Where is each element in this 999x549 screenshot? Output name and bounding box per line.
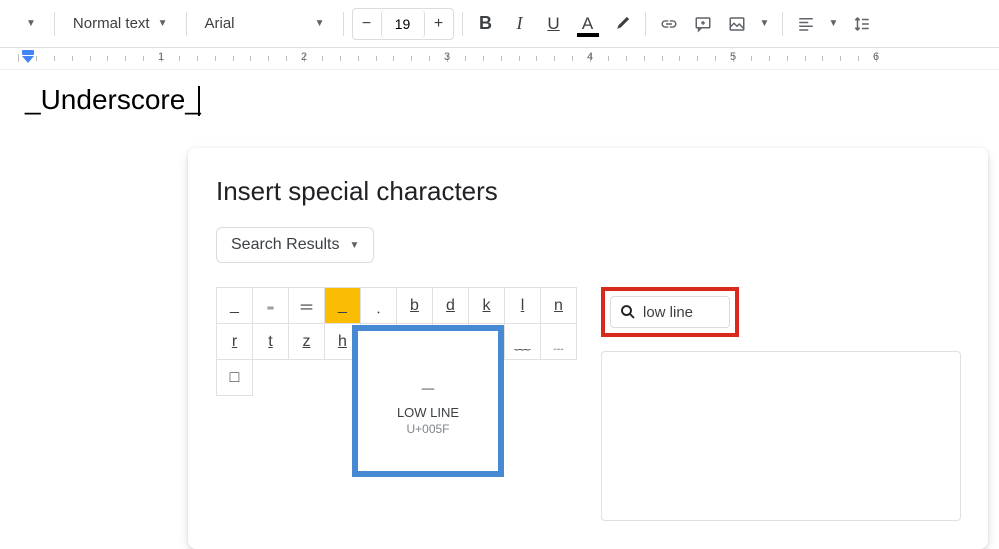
increase-font-button[interactable]: + [425, 9, 453, 39]
search-highlight-box [601, 287, 739, 337]
char-cell[interactable]: ﹍ [541, 324, 577, 360]
special-characters-dialog: Insert special characters Search Results… [188, 148, 988, 549]
style-label: Normal text [73, 15, 150, 32]
char-cell[interactable]: ₌ [253, 288, 289, 324]
category-dropdown[interactable]: Search Results▼ [216, 227, 374, 263]
preview-char: _ [422, 367, 434, 393]
toolbar: ▼ Normal text▼ Arial▼ − + B I U A ▼ ▼ [0, 0, 999, 48]
search-box[interactable] [610, 296, 730, 328]
link-button[interactable] [654, 9, 684, 39]
category-label: Search Results [231, 236, 340, 254]
underline-button[interactable]: U [539, 9, 569, 39]
line-spacing-button[interactable] [847, 9, 877, 39]
ruler: 123456 [0, 48, 999, 70]
font-size-input[interactable] [381, 10, 425, 38]
char-cell[interactable]: k [469, 288, 505, 324]
char-cell[interactable]: _ [217, 288, 253, 324]
font-dropdown[interactable]: Arial▼ [195, 9, 335, 38]
text-color-button[interactable]: A [573, 9, 603, 39]
char-cell[interactable]: _ [325, 288, 361, 324]
document-text: _Underscore_ [25, 84, 201, 115]
image-button[interactable] [722, 9, 752, 39]
char-cell[interactable]: n [541, 288, 577, 324]
draw-area[interactable] [601, 351, 961, 521]
italic-button[interactable]: I [505, 9, 535, 39]
bold-button[interactable]: B [471, 9, 501, 39]
char-cell[interactable]: b [397, 288, 433, 324]
dialog-title: Insert special characters [216, 176, 960, 207]
comment-button[interactable] [688, 9, 718, 39]
search-icon [619, 303, 637, 321]
preview-code: U+005F [406, 422, 449, 436]
decrease-font-button[interactable]: − [353, 9, 381, 39]
font-label: Arial [205, 15, 235, 32]
image-dropdown-icon[interactable]: ▼ [756, 9, 774, 39]
separator [462, 12, 463, 36]
align-dropdown-icon[interactable]: ▼ [825, 9, 843, 39]
char-cell[interactable]: l [505, 288, 541, 324]
char-cell[interactable]: r [217, 324, 253, 360]
separator [645, 12, 646, 36]
char-cell[interactable]: ＝ [289, 288, 325, 324]
more-dropdown[interactable]: ▼ [8, 12, 46, 35]
char-cell[interactable]: ﹒ [361, 288, 397, 324]
char-cell[interactable]: □ [217, 360, 253, 396]
highlight-button[interactable] [607, 9, 637, 39]
character-preview: _ LOW LINE U+005F [352, 325, 504, 477]
style-dropdown[interactable]: Normal text▼ [63, 9, 178, 38]
char-cell[interactable]: t [253, 324, 289, 360]
align-button[interactable] [791, 9, 821, 39]
font-size-group: − + [352, 8, 454, 40]
separator [782, 12, 783, 36]
document-area[interactable]: _Underscore_ [0, 70, 999, 130]
separator [186, 12, 187, 36]
search-input[interactable] [643, 304, 713, 321]
char-cell[interactable]: d [433, 288, 469, 324]
separator [343, 12, 344, 36]
text-cursor-icon [198, 86, 200, 116]
char-cell[interactable]: z [289, 324, 325, 360]
search-section [601, 287, 961, 521]
preview-name: LOW LINE [397, 405, 459, 420]
separator [54, 12, 55, 36]
char-cell[interactable]: ﹏ [505, 324, 541, 360]
character-grid-section: _₌＝_﹒bdklnrtzh ﹏﹍□ _ LOW LINE U+005F [216, 287, 577, 396]
